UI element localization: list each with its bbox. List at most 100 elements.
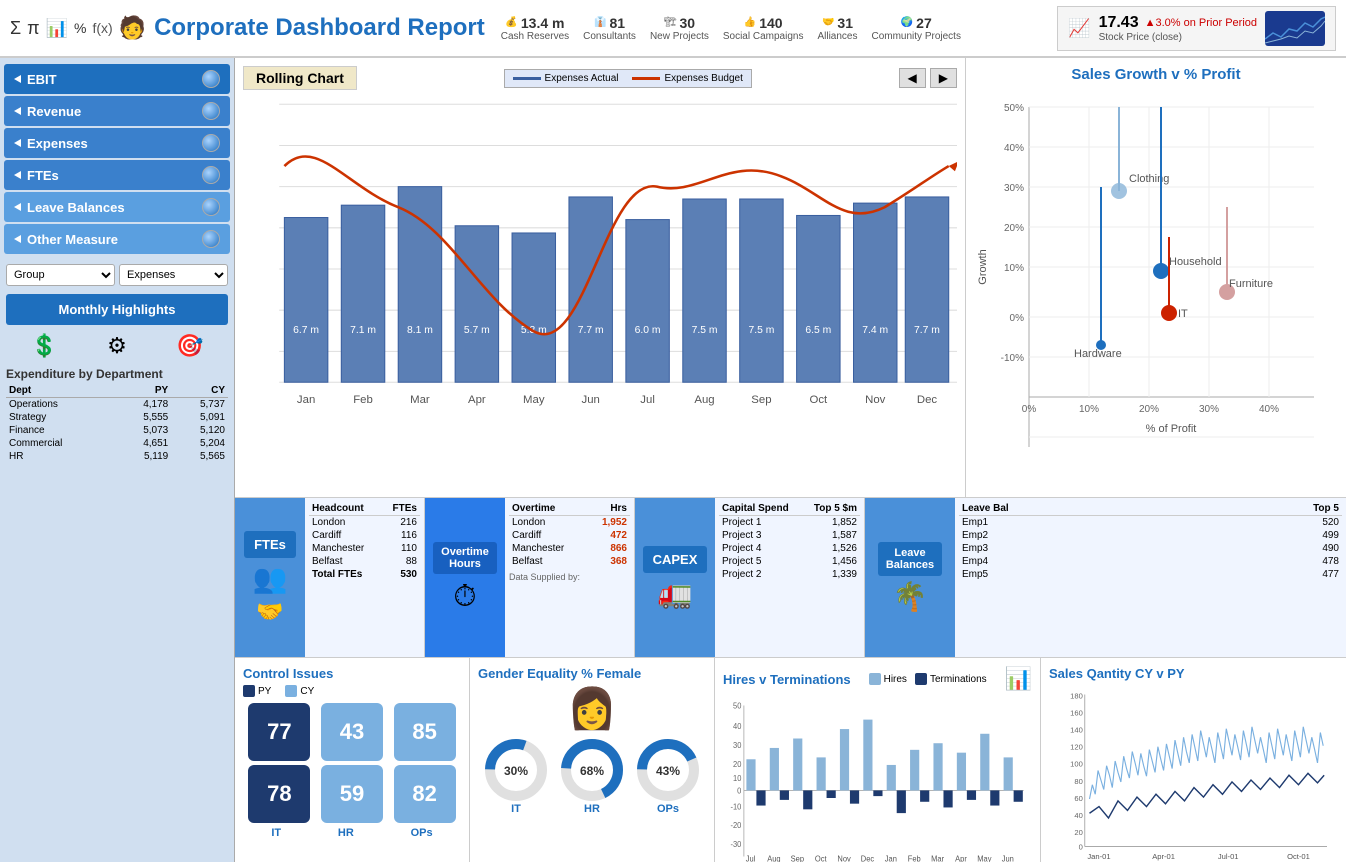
svg-text:160: 160 bbox=[1070, 708, 1083, 717]
metric-community: 🌍 27 Community Projects bbox=[871, 15, 960, 42]
ci-box-77[interactable]: 77 bbox=[248, 703, 310, 761]
capex-row: Project 51,456 bbox=[719, 555, 860, 568]
leave-icon: 🌴 bbox=[893, 580, 928, 613]
ci-box-59[interactable]: 59 bbox=[321, 765, 383, 823]
sales-growth-panel: Sales Growth v % Profit bbox=[966, 58, 1346, 498]
ot-row: Cardiff472 bbox=[509, 529, 630, 542]
ci-labels: IT HR OPs bbox=[243, 827, 461, 839]
capex-col-val: Top 5 $m bbox=[803, 502, 860, 516]
control-issues-panel: Control Issues PY CY 77 43 85 bbox=[235, 658, 470, 862]
group-select[interactable]: Group bbox=[6, 264, 115, 286]
content: Rolling Chart Expenses Actual Expenses B… bbox=[235, 58, 1346, 862]
ftes-row: Belfast88 bbox=[309, 555, 420, 568]
chart-legend: Expenses Actual Expenses Budget bbox=[504, 69, 752, 88]
ot-row: Belfast368 bbox=[509, 555, 630, 568]
svg-text:30: 30 bbox=[733, 741, 742, 751]
svg-text:6.7 m: 6.7 m bbox=[293, 325, 319, 336]
svg-text:40%: 40% bbox=[1004, 143, 1024, 154]
ci-box-85[interactable]: 85 bbox=[394, 703, 456, 761]
leave-row: Emp5477 bbox=[959, 568, 1342, 581]
svg-text:Furniture: Furniture bbox=[1229, 278, 1273, 290]
svg-text:Jan: Jan bbox=[885, 854, 897, 862]
svg-text:140: 140 bbox=[1070, 726, 1083, 735]
exp-col-py: PY bbox=[115, 384, 172, 398]
svg-text:Jul: Jul bbox=[640, 394, 655, 406]
svg-text:40: 40 bbox=[733, 722, 742, 732]
svg-text:10%: 10% bbox=[1004, 263, 1024, 274]
ci-box-43[interactable]: 43 bbox=[321, 703, 383, 761]
rolling-chart-panel: Rolling Chart Expenses Actual Expenses B… bbox=[235, 58, 966, 498]
svg-text:Oct: Oct bbox=[809, 394, 828, 406]
chart-prev-btn[interactable]: ◀ bbox=[899, 68, 926, 88]
svg-text:20: 20 bbox=[1074, 828, 1082, 837]
header-logo-area: Σ π 📊 % f(x) 🧑 bbox=[10, 15, 146, 41]
expenditure-table: Expenditure by Department Dept PY CY Ope… bbox=[0, 363, 234, 862]
ftes-row: London216 bbox=[309, 516, 420, 530]
svg-text:Growth: Growth bbox=[977, 249, 989, 284]
sidebar-item-leave[interactable]: Leave Balances bbox=[4, 192, 230, 222]
rolling-chart-title: Rolling Chart bbox=[243, 66, 357, 90]
capex-row: Project 11,852 bbox=[719, 516, 860, 530]
svg-text:May: May bbox=[523, 394, 545, 406]
sidebar-item-expenses[interactable]: Expenses bbox=[4, 128, 230, 158]
svg-text:0%: 0% bbox=[1022, 404, 1037, 415]
capex-row: Project 31,587 bbox=[719, 529, 860, 542]
kpi-leave: LeaveBalances 🌴 Leave Bal Top 5 Emp1520E… bbox=[865, 498, 1346, 657]
svg-text:Household: Household bbox=[1169, 256, 1222, 268]
svg-text:% of Profit: % of Profit bbox=[1146, 423, 1197, 435]
svg-text:30%: 30% bbox=[1199, 404, 1219, 415]
ftes-col-val: FTEs bbox=[382, 502, 420, 516]
svg-text:30%: 30% bbox=[503, 764, 527, 778]
svg-text:May: May bbox=[977, 854, 991, 862]
bar-chart-container: 6.7 m 7.1 m 8.1 m 5.7 m 5.3 m 7.7 m 6.0 … bbox=[243, 94, 957, 444]
expenses-select[interactable]: Expenses bbox=[119, 264, 228, 286]
ftes-row: Total FTEs530 bbox=[309, 568, 420, 581]
leave-row: Emp1520 bbox=[959, 516, 1342, 530]
svg-text:100: 100 bbox=[1070, 760, 1083, 769]
svg-text:-20: -20 bbox=[731, 821, 742, 831]
ftes-col-city: Headcount bbox=[309, 502, 382, 516]
kpi-row: FTEs 👥 🤝 Headcount FTEs London216Cardiff… bbox=[235, 498, 1346, 658]
overtime-header: OvertimeHours bbox=[433, 542, 497, 574]
sidebar-item-revenue[interactable]: Revenue bbox=[4, 96, 230, 126]
svg-text:43%: 43% bbox=[655, 764, 679, 778]
control-issues-title: Control Issues bbox=[243, 666, 461, 681]
svg-text:Sep: Sep bbox=[791, 854, 805, 862]
chart-next-btn[interactable]: ▶ bbox=[930, 68, 957, 88]
leave-row: Emp4478 bbox=[959, 555, 1342, 568]
svg-text:Sep: Sep bbox=[751, 394, 771, 406]
svg-text:Jun: Jun bbox=[1002, 854, 1014, 862]
pi-icon: π bbox=[27, 18, 39, 39]
ot-row: Manchester866 bbox=[509, 542, 630, 555]
content-bottom: Control Issues PY CY 77 43 85 bbox=[235, 658, 1346, 862]
sidebar-item-other[interactable]: Other Measure bbox=[4, 224, 230, 254]
alliances-icon: 🤝 bbox=[822, 17, 834, 28]
exp-table-row: Strategy5,5555,091 bbox=[6, 411, 228, 424]
svg-text:0%: 0% bbox=[1010, 313, 1025, 324]
svg-text:Jul-01: Jul-01 bbox=[1218, 852, 1239, 861]
monthly-highlights-btn[interactable]: Monthly Highlights bbox=[6, 294, 228, 325]
sidebar-item-ftes[interactable]: FTEs bbox=[4, 160, 230, 190]
exp-table-row: Operations4,1785,737 bbox=[6, 398, 228, 412]
sidebar-item-ebit[interactable]: EBIT bbox=[4, 64, 230, 94]
target-icon: 🎯 bbox=[176, 333, 203, 359]
svg-text:Jan-01: Jan-01 bbox=[1087, 852, 1110, 861]
svg-text:7.7 m: 7.7 m bbox=[578, 325, 604, 336]
capex-header: CAPEX bbox=[643, 546, 708, 573]
svg-text:10: 10 bbox=[733, 774, 742, 784]
sales-qty-title: Sales Qantity CY v PY bbox=[1049, 666, 1338, 681]
svg-text:68%: 68% bbox=[579, 764, 603, 778]
ci-box-82[interactable]: 82 bbox=[394, 765, 456, 823]
stock-area: 📈 17.43 ▲3.0% on Prior Period Stock Pric… bbox=[1057, 6, 1336, 51]
svg-text:7.1 m: 7.1 m bbox=[350, 325, 376, 336]
ot-col-city: Overtime bbox=[509, 502, 588, 516]
svg-text:Aug: Aug bbox=[767, 854, 780, 862]
leave-row: Emp3490 bbox=[959, 542, 1342, 555]
sidebar-nav: EBIT Revenue Expenses bbox=[0, 58, 234, 260]
svg-text:Apr-01: Apr-01 bbox=[1152, 852, 1175, 861]
svg-text:40: 40 bbox=[1074, 811, 1082, 820]
ci-box-78[interactable]: 78 bbox=[248, 765, 310, 823]
exp-table-row: Commercial4,6515,204 bbox=[6, 437, 228, 450]
svg-text:5.7 m: 5.7 m bbox=[464, 325, 490, 336]
leave-col-emp: Leave Bal bbox=[959, 502, 1197, 516]
